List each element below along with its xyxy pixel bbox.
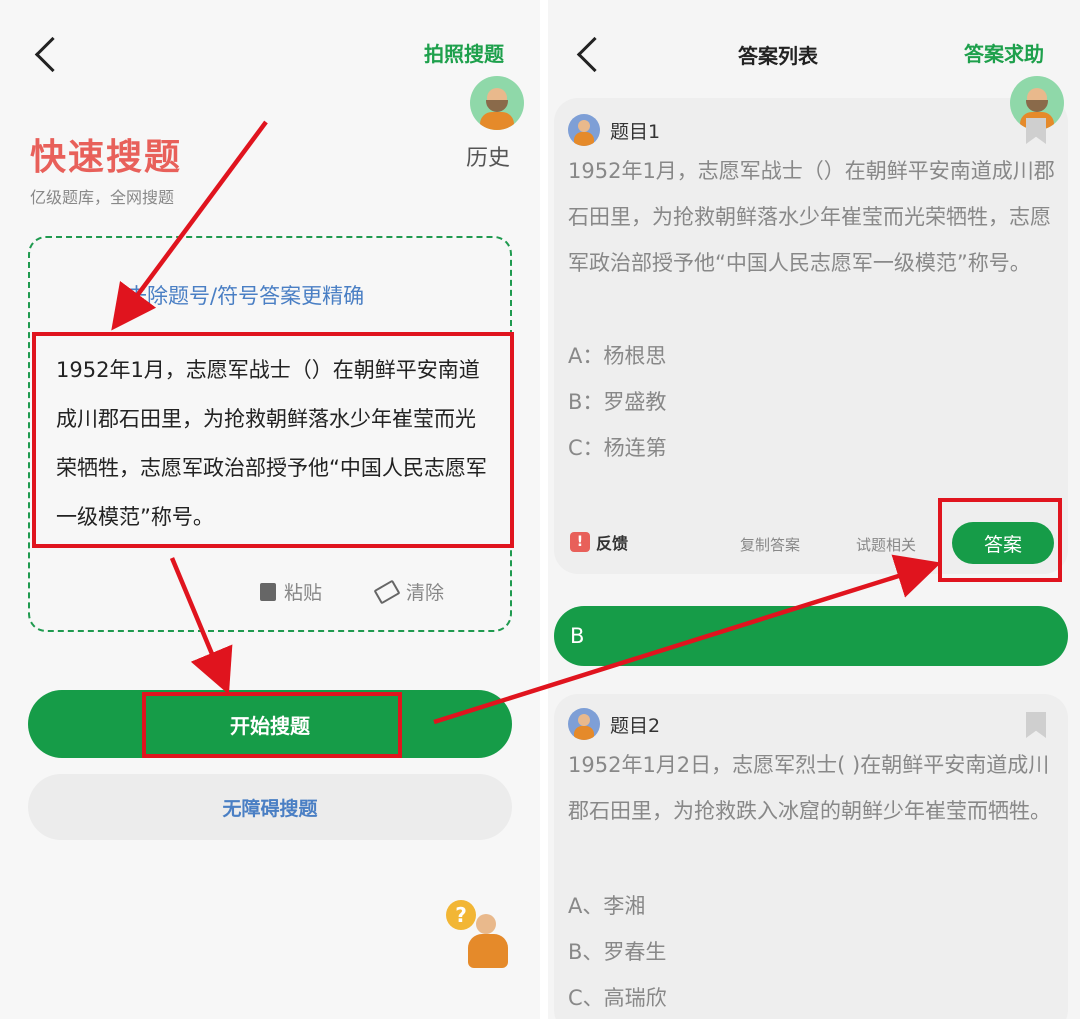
- question-1-option-b: B：罗盛教: [568, 390, 667, 414]
- history-label[interactable]: 历史: [466, 140, 510, 172]
- question-2-option-c: C、高瑞欣: [568, 986, 667, 1010]
- clear-label: 清除: [406, 582, 445, 604]
- search-screen: 拍照搜题 历史 快速搜题 亿级题库，全网搜题 去除题号/符号答案更精确 1952…: [0, 0, 540, 1019]
- question-mark-icon: ?: [446, 900, 476, 930]
- question-1-option-c: C：杨连第: [568, 436, 667, 460]
- question-2-title: 题目2: [610, 714, 661, 737]
- question-2-text: 1952年1月2日，志愿军烈士( )在朝鲜平安南道成川郡石田里，为抢救跌入冰窟的…: [568, 753, 1051, 823]
- input-hint: 去除题号/符号答案更精确: [126, 284, 365, 308]
- question-avatar-icon: [568, 114, 600, 146]
- back-arrow-icon[interactable]: [576, 36, 613, 73]
- photo-search-link[interactable]: 拍照搜题: [424, 38, 504, 67]
- answer-result-bar: B: [554, 606, 1068, 666]
- back-arrow-icon[interactable]: [34, 36, 71, 73]
- clear-button[interactable]: 清除: [373, 578, 445, 605]
- question-1-text: 1952年1月，志愿军战士（）在朝鲜平安南道成川郡石田里，为抢救朝鲜落水少年崔莹…: [568, 159, 1055, 275]
- page-subtitle: 亿级题库，全网搜题: [30, 188, 175, 207]
- question-2-label: 题目2: [568, 708, 660, 740]
- clipboard-icon: [260, 582, 276, 601]
- help-assistant-icon[interactable]: ?: [446, 900, 516, 970]
- page-title: 答案列表: [738, 44, 818, 68]
- question-1-title: 题目1: [610, 120, 661, 143]
- question-1-option-a: A：杨根思: [568, 344, 667, 368]
- annotation-box-start: [142, 692, 402, 758]
- feedback-label: 反馈: [596, 534, 629, 553]
- paste-label: 粘贴: [284, 582, 323, 604]
- answer-list-screen: 答案列表 答案求助 题目1 1952年1月，志愿军战士（）在朝鲜平安南道成川郡石…: [548, 0, 1080, 1019]
- question-2-option-a: A、李湘: [568, 894, 646, 918]
- question-avatar-icon: [568, 708, 600, 740]
- annotation-box-answer: [938, 498, 1062, 582]
- page-title: 快速搜题: [30, 137, 183, 178]
- question-related-button[interactable]: 试题相关: [856, 534, 916, 555]
- accessible-search-button[interactable]: 无障碍搜题: [28, 774, 512, 840]
- copy-answer-button[interactable]: 复制答案: [740, 534, 800, 555]
- question-1-label: 题目1: [568, 114, 660, 146]
- eraser-icon: [373, 579, 401, 604]
- question-2-option-b: B、罗春生: [568, 940, 667, 964]
- answer-help-link[interactable]: 答案求助: [964, 38, 1044, 67]
- feedback-button[interactable]: ! 反馈: [570, 530, 628, 554]
- alert-icon: !: [570, 532, 590, 552]
- annotation-box-question: [32, 332, 514, 548]
- history-avatar-icon[interactable]: [470, 76, 524, 130]
- paste-button[interactable]: 粘贴: [260, 578, 322, 605]
